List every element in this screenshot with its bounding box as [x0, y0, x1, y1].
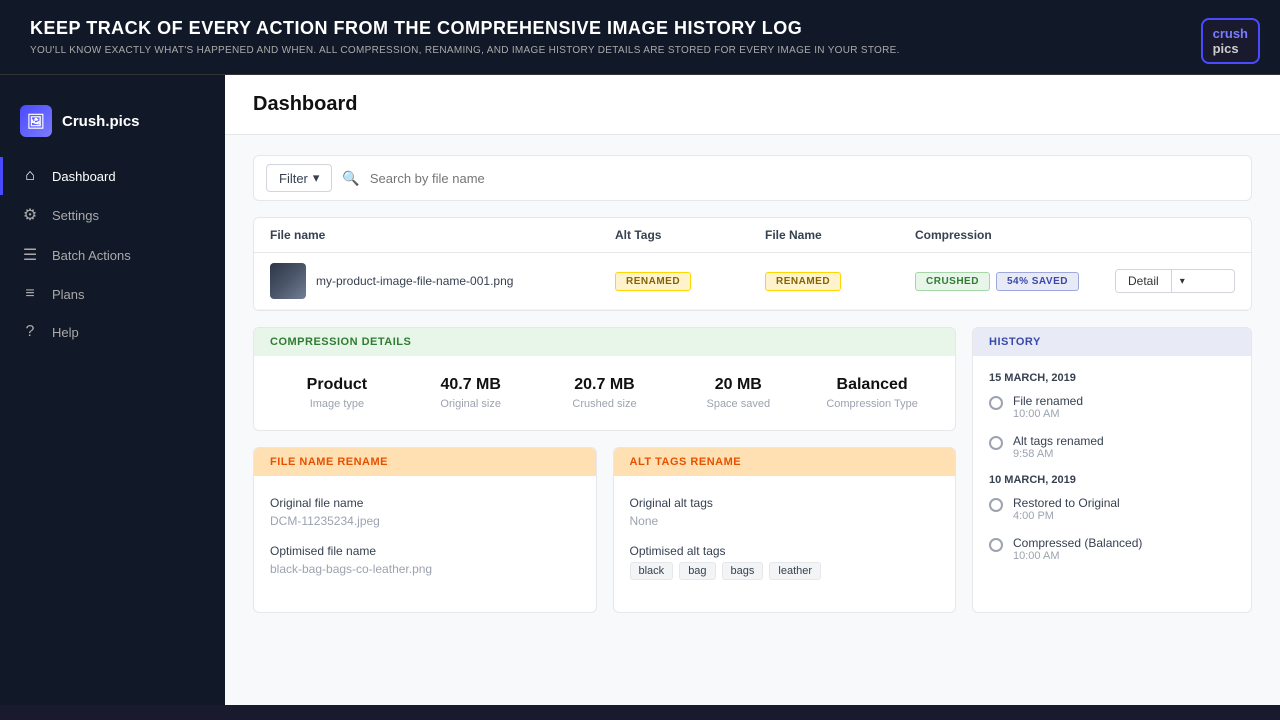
- top-banner: KEEP TRACK OF EVERY ACTION FROM THE COMP…: [0, 0, 1280, 75]
- search-icon: 🔍: [342, 170, 359, 187]
- app-layout: 🖼 Crush.pics ⌂ Dashboard ⚙ Settings ☰ Ba…: [0, 75, 1280, 705]
- history-dot-4: [989, 538, 1003, 552]
- search-input[interactable]: [370, 171, 1239, 186]
- sidebar-item-batch-actions[interactable]: ☰ Batch Actions: [0, 235, 225, 275]
- filter-button[interactable]: Filter ▾: [266, 164, 332, 192]
- chevron-down-icon: ▾: [313, 170, 320, 186]
- saved-badge: 54% SAVED: [996, 272, 1079, 291]
- sidebar-item-plans[interactable]: ≡ Plans: [0, 275, 225, 313]
- table-header: File name Alt Tags File Name Compression: [254, 218, 1251, 253]
- sidebar-item-dashboard[interactable]: ⌂ Dashboard: [0, 157, 225, 195]
- tag-black: black: [630, 562, 674, 580]
- detail-dropdown-arrow[interactable]: ▾: [1172, 272, 1193, 291]
- rename-panels: FILE NAME RENAME Original file name DCM-…: [253, 447, 956, 613]
- compression-cell: CRUSHED 54% SAVED: [915, 272, 1115, 291]
- stat-space-saved: 20 MB Space saved: [671, 376, 805, 410]
- brand-icon: 🖼: [20, 105, 52, 137]
- settings-icon: ⚙: [20, 205, 40, 225]
- file-info: my-product-image-file-name-001.png: [270, 263, 615, 299]
- filename-badge: RENAMED: [765, 272, 841, 291]
- history-dot-2: [989, 436, 1003, 450]
- left-expanded: COMPRESSION DETAILS Product Image type 4…: [253, 327, 956, 613]
- sidebar-item-help[interactable]: ? Help: [0, 313, 225, 351]
- tag-bags: bags: [722, 562, 764, 580]
- banner-title: KEEP TRACK OF EVERY ACTION FROM THE COMP…: [30, 18, 1250, 39]
- compression-details-card: COMPRESSION DETAILS Product Image type 4…: [253, 327, 956, 431]
- alt-rename-body: Original alt tags None Optimised alt tag…: [614, 476, 956, 600]
- history-date-2: 10 MARCH, 2019: [989, 474, 1235, 486]
- banner-subtitle: YOU'LL KNOW EXACTLY WHAT'S HAPPENED AND …: [30, 45, 1250, 56]
- file-thumbnail: [270, 263, 306, 299]
- plans-icon: ≡: [20, 285, 40, 303]
- history-entry-alt-renamed: Alt tags renamed 9:58 AM: [989, 434, 1235, 460]
- dashboard-icon: ⌂: [20, 167, 40, 185]
- history-panel: HISTORY 15 MARCH, 2019 File renamed 10:0…: [972, 327, 1252, 613]
- table-row: my-product-image-file-name-001.png RENAM…: [254, 253, 1251, 310]
- file-name-cell: my-product-image-file-name-001.png: [316, 274, 513, 288]
- batch-icon: ☰: [20, 245, 40, 265]
- main-header: Dashboard: [225, 75, 1280, 135]
- file-rename-header: FILE NAME RENAME: [254, 448, 596, 476]
- alt-tags-badge: RENAMED: [615, 272, 691, 291]
- tag-bag: bag: [679, 562, 715, 580]
- sidebar-brand: 🖼 Crush.pics: [0, 95, 225, 157]
- stat-image-type: Product Image type: [270, 376, 404, 410]
- help-icon: ?: [20, 323, 40, 341]
- compression-stats: Product Image type 40.7 MB Original size…: [254, 356, 955, 430]
- history-entry-compressed: Compressed (Balanced) 10:00 AM: [989, 536, 1235, 562]
- sidebar-item-settings[interactable]: ⚙ Settings: [0, 195, 225, 235]
- history-entry-text-2: Alt tags renamed 9:58 AM: [1013, 434, 1104, 460]
- history-body: 15 MARCH, 2019 File renamed 10:00 AM A: [973, 356, 1251, 592]
- history-dot-3: [989, 498, 1003, 512]
- history-entry-text-3: Restored to Original 4:00 PM: [1013, 496, 1120, 522]
- filename-cell: RENAMED: [765, 271, 915, 291]
- file-rename-body: Original file name DCM-11235234.jpeg Opt…: [254, 476, 596, 612]
- history-header: HISTORY: [973, 328, 1251, 356]
- sidebar: 🖼 Crush.pics ⌂ Dashboard ⚙ Settings ☰ Ba…: [0, 75, 225, 705]
- history-date-1: 15 MARCH, 2019: [989, 372, 1235, 384]
- alt-rename-card: ALT TAGS RENAME Original alt tags None O…: [613, 447, 957, 613]
- file-rename-card: FILE NAME RENAME Original file name DCM-…: [253, 447, 597, 613]
- alt-tags-cell: RENAMED: [615, 271, 765, 291]
- main-content: Dashboard Filter ▾ 🔍 File name Alt Tags …: [225, 75, 1280, 705]
- action-cell: Detail ▾: [1115, 269, 1235, 293]
- expanded-area: COMPRESSION DETAILS Product Image type 4…: [253, 327, 1252, 613]
- alt-rename-header: ALT TAGS RENAME: [614, 448, 956, 476]
- logo-box: crush pics: [1201, 18, 1260, 64]
- tag-leather: leather: [769, 562, 821, 580]
- history-entry-restored: Restored to Original 4:00 PM: [989, 496, 1235, 522]
- table-container: File name Alt Tags File Name Compression…: [253, 217, 1252, 311]
- stat-original-size: 40.7 MB Original size: [404, 376, 538, 410]
- alt-tags-list: black bag bags leather: [630, 562, 940, 580]
- stat-crushed-size: 20.7 MB Crushed size: [538, 376, 672, 410]
- page-title: Dashboard: [253, 93, 1252, 116]
- history-entry-text-4: Compressed (Balanced) 10:00 AM: [1013, 536, 1142, 562]
- history-entry-file-renamed: File renamed 10:00 AM: [989, 394, 1235, 420]
- history-entry-text-1: File renamed 10:00 AM: [1013, 394, 1083, 420]
- logo-area: crush pics: [1201, 18, 1260, 64]
- detail-button-group: Detail ▾: [1115, 269, 1235, 293]
- filter-bar: Filter ▾ 🔍: [253, 155, 1252, 201]
- history-dot-1: [989, 396, 1003, 410]
- detail-button[interactable]: Detail: [1116, 270, 1172, 292]
- compression-details-header: COMPRESSION DETAILS: [254, 328, 955, 356]
- stat-compression-type: Balanced Compression Type: [805, 376, 939, 410]
- crushed-badge: CRUSHED: [915, 272, 990, 291]
- content-area: Filter ▾ 🔍 File name Alt Tags File Name …: [225, 135, 1280, 633]
